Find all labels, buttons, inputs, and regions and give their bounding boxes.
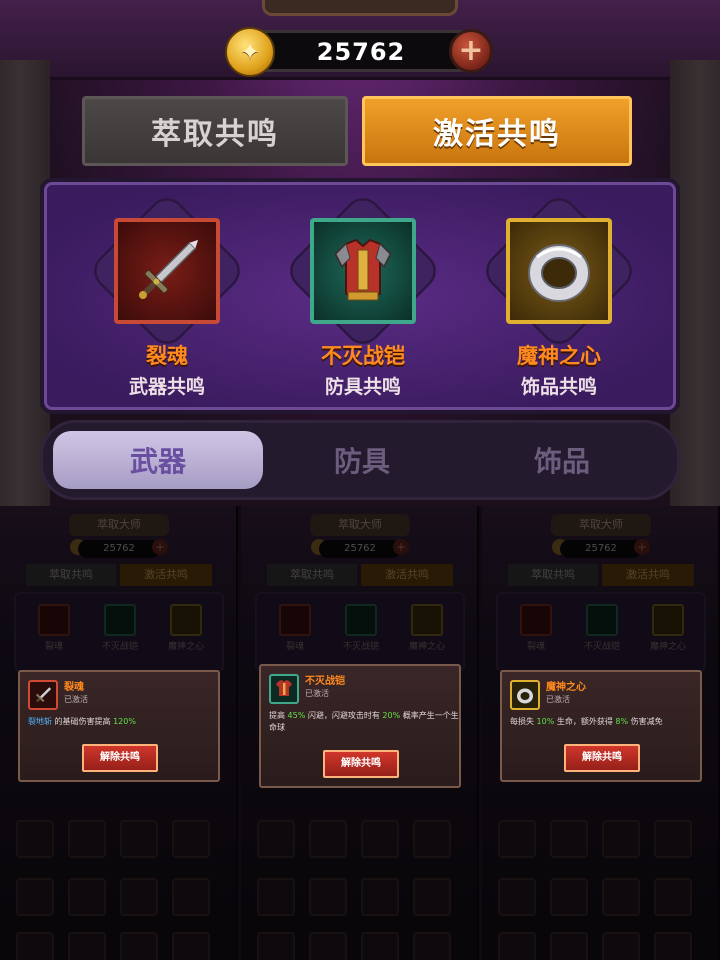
accessory-resonance-slot[interactable] (478, 190, 640, 352)
resonance-popup: 不灭战铠 已激活 提高 45% 闪避，闪避攻击时有 20% 概率产生一个生命球 … (259, 664, 461, 788)
ring-icon (510, 680, 540, 710)
resonance-popup: 魔神之心 已激活 每损失 10% 生命，额外获得 8% 伤害减免 解除共鸣 (500, 670, 702, 782)
popup-title: 裂魂 (64, 682, 84, 693)
title-banner (262, 0, 458, 16)
tab-extract-resonance[interactable]: 萃取共鸣 (82, 96, 348, 166)
currency-amount: 25762 (316, 38, 406, 66)
add-currency-button[interactable]: + (449, 29, 493, 73)
popup-description: 提高 45% 闪避，闪避攻击时有 20% 概率产生一个生命球 (269, 711, 459, 732)
accessory-resonance-name: 魔神之心 (517, 344, 601, 368)
weapon-resonance-slot[interactable] (86, 190, 248, 352)
remove-resonance-button[interactable]: 解除共鸣 (323, 750, 399, 778)
armor-resonance-name: 不灭战铠 (321, 344, 405, 368)
remove-resonance-button[interactable]: 解除共鸣 (82, 744, 158, 772)
armor-resonance-slot[interactable] (282, 190, 444, 352)
tab-activate-resonance[interactable]: 激活共鸣 (362, 96, 632, 166)
armor-resonance-category: 防具共鸣 (324, 376, 401, 398)
weapon-resonance-name: 裂魂 (146, 344, 188, 368)
mini-screen-armor-popup: 萃取大师 25762 + 萃取共鸣 激活共鸣 裂魂 不灭战铠 魔神之心 不灭战铠… (241, 506, 479, 960)
popup-title: 魔神之心 (546, 682, 586, 693)
tab-accessory[interactable]: 饰品 (457, 431, 667, 489)
mini-screen-weapon-popup: 萃取大师 25762 + 萃取共鸣 激活共鸣 裂魂 不灭战铠 魔神之心 裂魂 已… (0, 506, 238, 960)
popup-status: 已激活 (305, 689, 329, 698)
resonance-popup: 裂魂 已激活 裂地斩 的基础伤害提高 120% 解除共鸣 (18, 670, 220, 782)
popup-description: 裂地斩 的基础伤害提高 120% (28, 717, 136, 726)
sword-icon (138, 239, 199, 300)
resonance-panel: 裂魂 武器共鸣 不灭战铠 防具共鸣 魔神之心 饰品共鸣 (40, 178, 680, 414)
popup-description: 每损失 10% 生命，额外获得 8% 伤害减免 (510, 717, 663, 726)
currency-bar: ✦ 25762 + (225, 27, 493, 77)
remove-resonance-button[interactable]: 解除共鸣 (564, 744, 640, 772)
popup-status: 已激活 (64, 695, 88, 704)
ring-icon (528, 244, 590, 302)
armor-icon (269, 674, 299, 704)
weapon-resonance-category: 武器共鸣 (128, 376, 205, 398)
mini-screen-accessory-popup: 萃取大师 25762 + 萃取共鸣 激活共鸣 裂魂 不灭战铠 魔神之心 魔神之心… (482, 506, 720, 960)
category-tabs: 武器 防具 饰品 (40, 420, 680, 500)
coin-icon: ✦ (225, 27, 275, 77)
accessory-resonance-category: 饰品共鸣 (520, 376, 597, 398)
resonance-screen: ✦ 25762 + 萃取共鸣 激活共鸣 裂魂 武器共鸣 不灭战铠 防具共鸣 魔神… (0, 0, 720, 506)
armor-icon (334, 238, 392, 301)
popup-status: 已激活 (546, 695, 570, 704)
tab-armor[interactable]: 防具 (257, 431, 467, 489)
tab-weapon[interactable]: 武器 (53, 431, 263, 489)
plus-icon: + (458, 33, 484, 68)
sword-icon (28, 680, 58, 710)
popup-title: 不灭战铠 (305, 676, 345, 687)
